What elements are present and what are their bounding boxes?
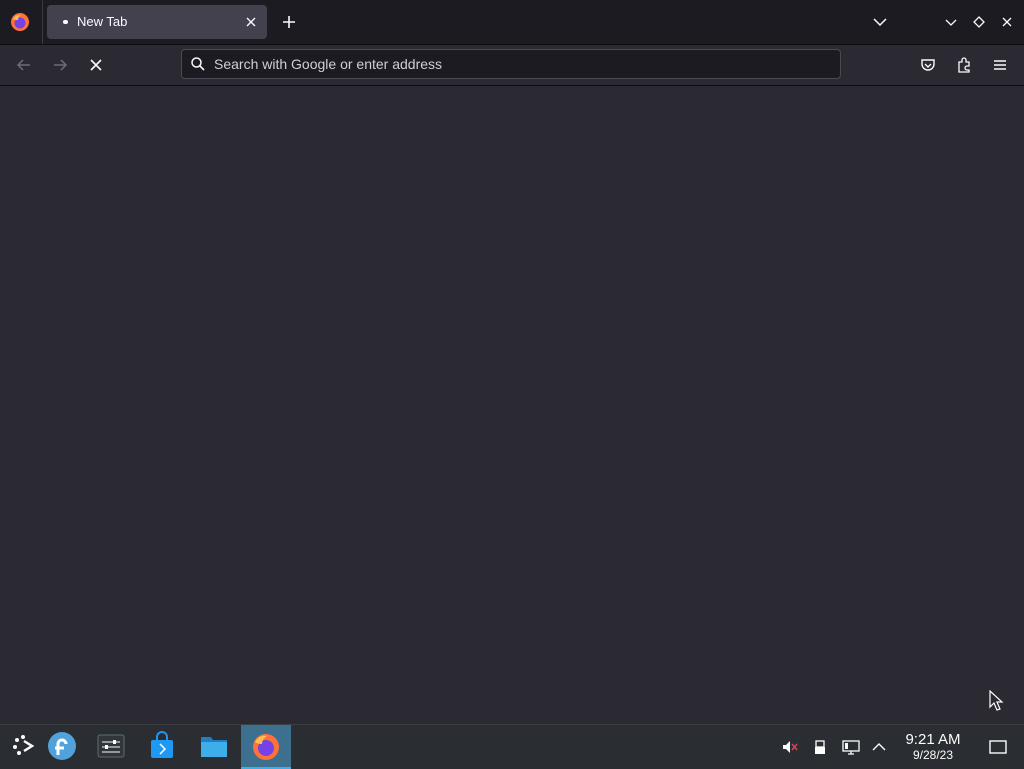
- navigation-toolbar: [0, 45, 1024, 86]
- mute-icon[interactable]: [781, 738, 799, 756]
- clock[interactable]: 9:21 AM 9/28/23: [896, 731, 970, 762]
- tab-title: New Tab: [77, 14, 128, 29]
- close-icon[interactable]: [999, 14, 1015, 30]
- network-icon[interactable]: [842, 738, 860, 756]
- tab-strip: New Tab: [0, 0, 1024, 45]
- tab-new-tab[interactable]: New Tab: [47, 5, 267, 39]
- clock-time: 9:21 AM: [905, 731, 961, 748]
- settings-icon[interactable]: [87, 725, 137, 769]
- clock-date: 9/28/23: [912, 748, 954, 762]
- tab-separator: [42, 0, 43, 44]
- folder-icon[interactable]: [190, 725, 240, 769]
- stop-icon[interactable]: [87, 56, 105, 74]
- menu-icon[interactable]: [991, 56, 1009, 74]
- page-content: [0, 86, 1024, 724]
- chevron-up-icon[interactable]: [870, 738, 888, 756]
- search-icon: [190, 56, 206, 72]
- plus-icon[interactable]: [280, 13, 298, 31]
- fedora-icon[interactable]: [38, 725, 88, 769]
- firefox-icon[interactable]: [241, 725, 291, 769]
- back-arrow-icon[interactable]: [15, 56, 33, 74]
- pocket-icon[interactable]: [919, 56, 937, 74]
- firefox-icon[interactable]: [9, 11, 31, 33]
- extensions-icon[interactable]: [955, 56, 973, 74]
- url-input[interactable]: [214, 50, 814, 78]
- forward-arrow-icon[interactable]: [51, 56, 69, 74]
- address-bar[interactable]: [181, 49, 841, 79]
- tab-loading-indicator: [63, 20, 68, 24]
- usb-icon[interactable]: [811, 738, 829, 756]
- close-icon[interactable]: [244, 15, 258, 29]
- maximize-icon[interactable]: [971, 14, 987, 30]
- discover-icon[interactable]: [138, 725, 188, 769]
- chevron-down-icon[interactable]: [872, 14, 888, 30]
- desktop-icon[interactable]: [989, 738, 1007, 756]
- taskbar: 9:21 AM 9/28/23: [0, 724, 1024, 769]
- chevron-down-icon[interactable]: [943, 14, 959, 30]
- mouse-cursor: [988, 690, 1004, 712]
